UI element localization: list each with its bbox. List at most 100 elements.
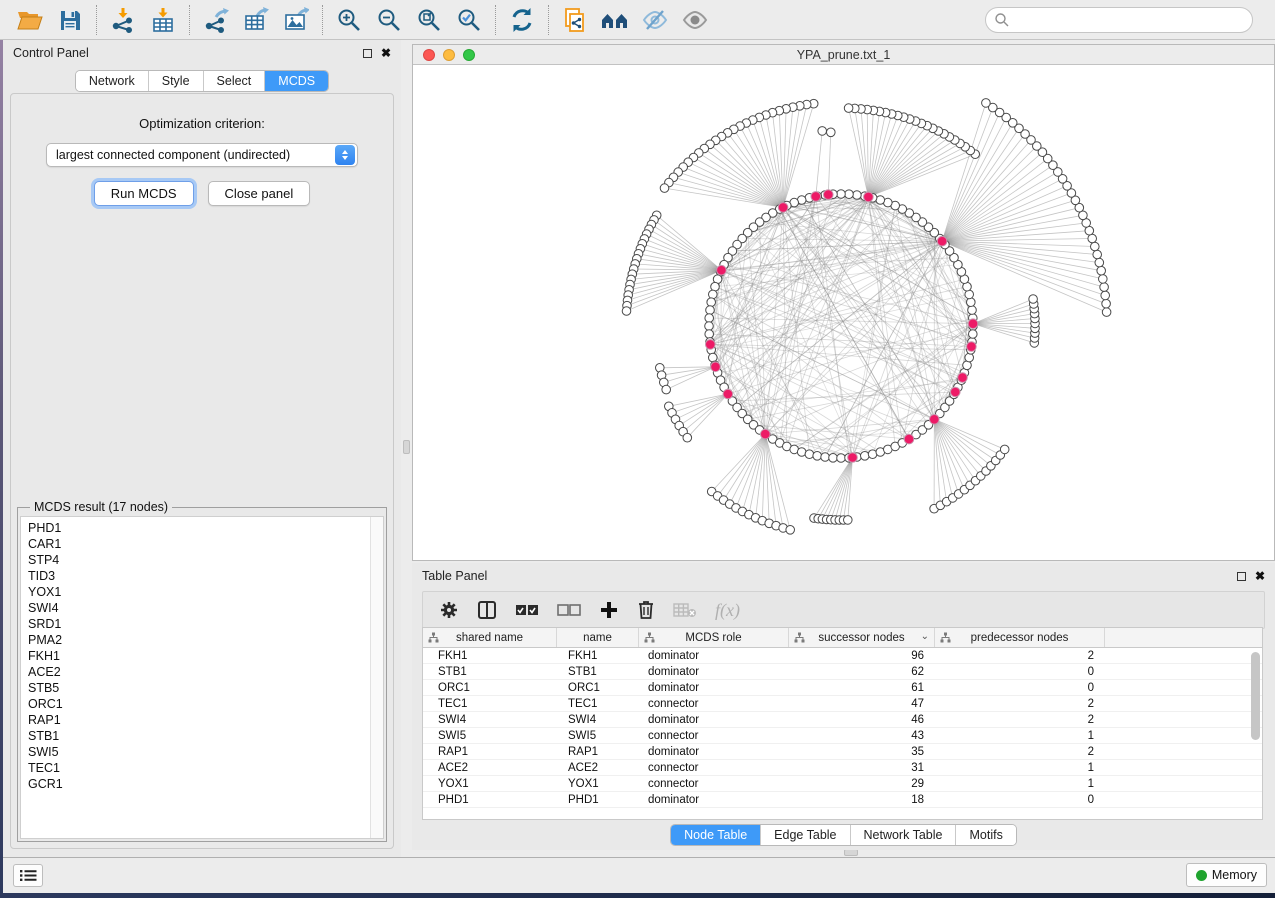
table-cell[interactable]: 2 <box>935 744 1105 759</box>
network-edge[interactable] <box>666 367 715 390</box>
table-row[interactable]: SWI4SWI4dominator462 <box>423 712 1262 728</box>
table-cell[interactable]: 35 <box>789 744 935 759</box>
table-cell[interactable]: 62 <box>789 664 935 679</box>
table-cell[interactable]: 2 <box>935 712 1105 727</box>
table-cell[interactable]: dominator <box>639 680 789 695</box>
result-item[interactable]: SRD1 <box>21 616 383 632</box>
tab-edge-table[interactable]: Edge Table <box>761 825 850 845</box>
result-item[interactable]: GCR1 <box>21 776 383 792</box>
table-cell[interactable]: RAP1 <box>557 744 639 759</box>
leaf-node[interactable] <box>1029 295 1038 304</box>
show-all-button[interactable] <box>675 3 715 37</box>
selected-hub-node[interactable] <box>864 192 874 202</box>
table-cell[interactable]: 61 <box>789 680 935 695</box>
ring-node[interactable] <box>813 452 822 461</box>
sort-descending-icon[interactable]: ⌄ <box>921 631 929 642</box>
ring-node[interactable] <box>969 330 978 339</box>
divider-handle[interactable] <box>403 440 410 454</box>
table-cell[interactable]: 29 <box>789 776 935 791</box>
leaf-node[interactable] <box>1100 283 1109 292</box>
float-table-panel-icon[interactable] <box>1237 572 1246 581</box>
network-from-selection-button[interactable] <box>555 3 595 37</box>
selected-hub-node[interactable] <box>967 342 977 352</box>
table-cell[interactable]: 47 <box>789 696 935 711</box>
table-cell[interactable]: 1 <box>935 728 1105 743</box>
ring-node[interactable] <box>853 191 862 200</box>
selected-hub-node[interactable] <box>930 415 940 425</box>
network-edge[interactable] <box>783 105 807 208</box>
memory-button[interactable]: Memory <box>1186 863 1267 887</box>
network-edge[interactable] <box>664 367 716 383</box>
network-edge[interactable] <box>721 198 809 270</box>
result-item[interactable]: STB1 <box>21 728 383 744</box>
result-item[interactable]: FKH1 <box>21 648 383 664</box>
leaf-node[interactable] <box>660 184 669 193</box>
table-cell[interactable]: 46 <box>789 712 935 727</box>
result-item[interactable]: SWI4 <box>21 600 383 616</box>
table-cell[interactable]: connector <box>639 728 789 743</box>
network-edge[interactable] <box>629 270 721 290</box>
network-edge[interactable] <box>660 367 716 368</box>
table-cell[interactable]: FKH1 <box>423 648 557 663</box>
network-edge[interactable] <box>973 324 1035 333</box>
tab-select[interactable]: Select <box>204 71 266 91</box>
table-row[interactable]: ACE2ACE2connector311 <box>423 760 1262 776</box>
table-cell[interactable]: SWI5 <box>423 728 557 743</box>
table-row[interactable]: TEC1TEC1connector472 <box>423 696 1262 712</box>
leaf-node[interactable] <box>662 385 671 394</box>
leaf-node[interactable] <box>683 433 692 442</box>
ring-node[interactable] <box>965 353 974 362</box>
tab-network[interactable]: Network <box>76 71 149 91</box>
network-edge[interactable] <box>716 140 783 207</box>
ring-node[interactable] <box>706 306 715 315</box>
network-edge[interactable] <box>855 108 869 196</box>
result-scrollbar[interactable] <box>370 517 383 838</box>
network-edge[interactable] <box>942 193 1071 241</box>
panel-divider[interactable] <box>401 40 412 857</box>
hide-selected-button[interactable] <box>635 3 675 37</box>
leaf-node[interactable] <box>982 99 991 108</box>
table-cell[interactable]: dominator <box>639 648 789 663</box>
selected-hub-node[interactable] <box>723 389 733 399</box>
zoom-selected-button[interactable] <box>449 3 489 37</box>
result-item[interactable]: TEC1 <box>21 760 383 776</box>
network-edge[interactable] <box>662 367 716 375</box>
network-edge[interactable] <box>712 434 766 491</box>
ring-node[interactable] <box>968 306 977 315</box>
network-edge[interactable] <box>710 344 971 349</box>
export-table-button[interactable] <box>236 3 276 37</box>
table-cell[interactable]: 18 <box>789 792 935 807</box>
network-window-titlebar[interactable]: YPA_prune.txt_1 <box>413 45 1274 65</box>
table-cell[interactable]: 96 <box>789 648 935 663</box>
table-cell[interactable]: connector <box>639 696 789 711</box>
network-edge[interactable] <box>814 458 853 519</box>
close-panel-icon[interactable]: ✖ <box>381 49 391 58</box>
table-cell[interactable]: ORC1 <box>423 680 557 695</box>
result-item[interactable]: STP4 <box>21 552 383 568</box>
ring-node[interactable] <box>705 330 714 339</box>
ring-node[interactable] <box>967 298 976 307</box>
table-row[interactable]: PHD1PHD1dominator180 <box>423 792 1262 808</box>
table-cell[interactable]: FKH1 <box>557 648 639 663</box>
table-cell[interactable]: dominator <box>639 792 789 807</box>
table-row[interactable]: FKH1FKH1dominator962 <box>423 648 1262 664</box>
deselect-all-button[interactable] <box>557 603 581 617</box>
column-header-predecessor-nodes[interactable]: predecessor nodes <box>935 628 1105 647</box>
network-edge[interactable] <box>732 392 955 401</box>
table-cell[interactable]: dominator <box>639 744 789 759</box>
network-edge[interactable] <box>724 387 787 446</box>
table-cell[interactable]: 0 <box>935 664 1105 679</box>
table-cell[interactable]: PHD1 <box>557 792 639 807</box>
ring-node[interactable] <box>705 322 714 331</box>
leaf-node[interactable] <box>1097 266 1106 275</box>
leaf-node[interactable] <box>1095 258 1104 267</box>
table-cell[interactable]: 1 <box>935 760 1105 775</box>
zoom-in-button[interactable] <box>329 3 369 37</box>
result-item[interactable]: ORC1 <box>21 696 383 712</box>
selected-hub-node[interactable] <box>937 236 947 246</box>
selected-hub-node[interactable] <box>761 429 771 439</box>
selected-hub-node[interactable] <box>811 192 821 202</box>
network-edge[interactable] <box>868 137 949 197</box>
result-item[interactable]: SWI5 <box>21 744 383 760</box>
network-edge[interactable] <box>868 143 960 197</box>
